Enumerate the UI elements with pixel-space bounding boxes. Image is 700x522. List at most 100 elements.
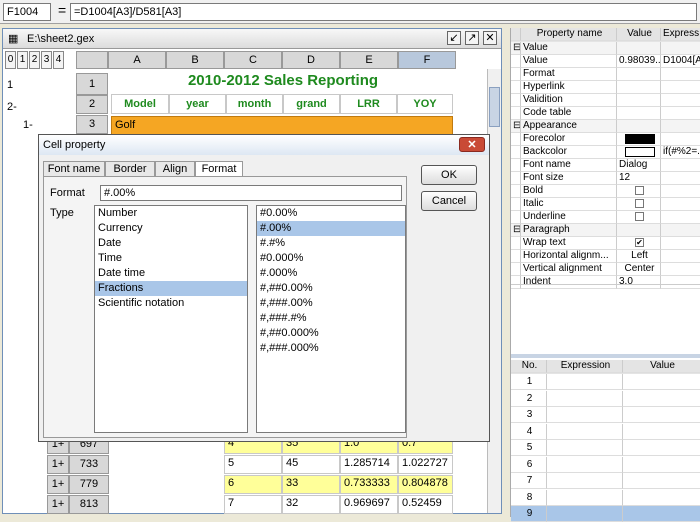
value-header[interactable]: Value [617,28,661,41]
property-value[interactable]: 12 [617,172,661,185]
type-item-currency[interactable]: Currency [95,221,247,236]
formula-input[interactable]: =D1004[A3]/D581[A3] [70,3,697,21]
expr-row[interactable]: 3 [511,407,700,423]
tab-format[interactable]: Format [195,161,243,177]
dialog-close-icon[interactable]: ✕ [459,137,485,152]
ok-button[interactable]: OK [421,165,477,185]
format-input[interactable]: #.00% [100,185,402,201]
property-name-header[interactable]: Property name [521,28,617,41]
property-expression[interactable] [661,68,700,81]
color-swatch[interactable] [624,147,655,157]
property-expression[interactable] [661,172,700,185]
outline-button[interactable]: 1+ [47,475,69,494]
row-header[interactable]: 813 [69,495,109,514]
outline-label-3[interactable]: 1- [23,119,33,131]
expr-cell[interactable] [547,456,623,473]
expr-row[interactable]: 8 [511,489,700,506]
data-cell[interactable]: 0.804878 [398,475,453,494]
column-header-b[interactable]: B [166,51,224,69]
property-row[interactable]: Indent 3.0 [511,276,700,289]
data-cell[interactable]: 7 [224,495,282,514]
level-button-3[interactable]: 3 [41,51,52,69]
data-cell[interactable]: 0.733333 [340,475,398,494]
expr-value-cell[interactable] [623,391,700,407]
property-expression[interactable] [661,198,700,211]
column-header-f[interactable]: F [398,51,456,69]
type-item-date[interactable]: Date [95,236,247,251]
property-value[interactable] [617,107,661,120]
property-expression[interactable] [661,94,700,107]
restore-icon[interactable]: ↙ [447,31,461,45]
tab-align[interactable]: Align [155,161,195,177]
property-value[interactable] [617,146,661,159]
checkbox[interactable] [635,199,644,208]
property-row[interactable]: Font size 12 [511,172,700,185]
close-icon[interactable]: ✕ [483,31,497,45]
property-row[interactable]: Italic [511,198,700,211]
format-item[interactable]: #,##0.00% [257,281,405,296]
level-button-2[interactable]: 2 [29,51,40,69]
expr-cell[interactable] [547,423,623,440]
property-value[interactable] [617,68,661,81]
property-value[interactable] [617,198,661,211]
sheet-title[interactable]: 2010-2012 Sales Reporting [113,69,453,93]
property-row[interactable]: Underline [511,211,700,224]
expr-cell[interactable] [547,440,623,456]
format-item[interactable]: #,###.00% [257,296,405,311]
data-cell[interactable]: 1.022727 [398,455,453,474]
header-cell-model[interactable]: Model [111,94,169,114]
expr-row[interactable]: 2 [511,390,700,407]
outline-label-2[interactable]: 2- [7,101,17,113]
property-row[interactable]: Bold [511,185,700,198]
property-value[interactable] [617,94,661,107]
format-item[interactable]: #,###.#% [257,311,405,326]
property-group-row[interactable]: ⊟ Appearance [511,120,700,133]
data-cell[interactable]: 5 [224,455,282,474]
data-cell[interactable]: 0.969697 [340,495,398,514]
property-expression[interactable] [661,185,700,198]
property-value[interactable] [617,81,661,94]
splitter[interactable] [511,354,700,358]
property-row[interactable]: Format [511,68,700,81]
property-expression[interactable] [661,250,700,263]
property-expression[interactable] [661,263,700,276]
row-header-3[interactable]: 3 [76,115,108,134]
property-row[interactable]: Code table [511,107,700,120]
column-header-d[interactable]: D [282,51,340,69]
checkbox[interactable] [635,186,644,195]
row-header[interactable]: 733 [69,455,109,474]
property-row[interactable]: Horizontal alignm... Left [511,250,700,263]
value-header[interactable]: Value [623,360,700,373]
property-row[interactable]: Backcolor if(#%2=... [511,146,700,159]
property-group-row[interactable]: ⊟ Value [511,42,700,55]
header-cell-grand[interactable]: grand [283,94,340,114]
property-expression[interactable] [661,81,700,94]
format-list[interactable]: #0.00% #.00% #.#% #0.000% #.000% #,##0.0… [256,205,406,433]
column-header-a[interactable]: A [108,51,166,69]
property-row[interactable]: Hyperlink [511,81,700,94]
collapse-icon[interactable]: ⊟ [511,42,521,55]
property-row[interactable]: Vertical alignment Center [511,263,700,276]
header-cell-lrr[interactable]: LRR [340,94,397,114]
expr-value-cell[interactable] [623,424,700,440]
expr-cell[interactable] [547,407,623,423]
level-button-0[interactable]: 0 [5,51,16,69]
property-expression[interactable] [661,276,700,289]
column-header-e[interactable]: E [340,51,398,69]
format-item[interactable]: #.00% [257,221,405,236]
property-value[interactable]: 0.98039... [617,55,661,68]
no-header[interactable]: No. [511,360,547,373]
expr-row[interactable]: 1 [511,374,700,390]
property-row[interactable]: Wrap text ✔ [511,237,700,250]
property-expression[interactable] [661,237,700,250]
collapse-icon[interactable]: ⊟ [511,224,521,237]
data-cell[interactable]: 0.52459 [398,495,453,514]
expr-row[interactable]: 5 [511,440,700,456]
format-item[interactable]: #0.00% [257,206,405,221]
data-cell[interactable]: 6 [224,475,282,494]
expr-cell[interactable] [547,390,623,407]
property-value[interactable] [617,211,661,224]
checkbox[interactable]: ✔ [635,238,644,247]
property-value[interactable]: Dialog [617,159,661,172]
collapse-icon[interactable]: ⊟ [511,120,521,133]
